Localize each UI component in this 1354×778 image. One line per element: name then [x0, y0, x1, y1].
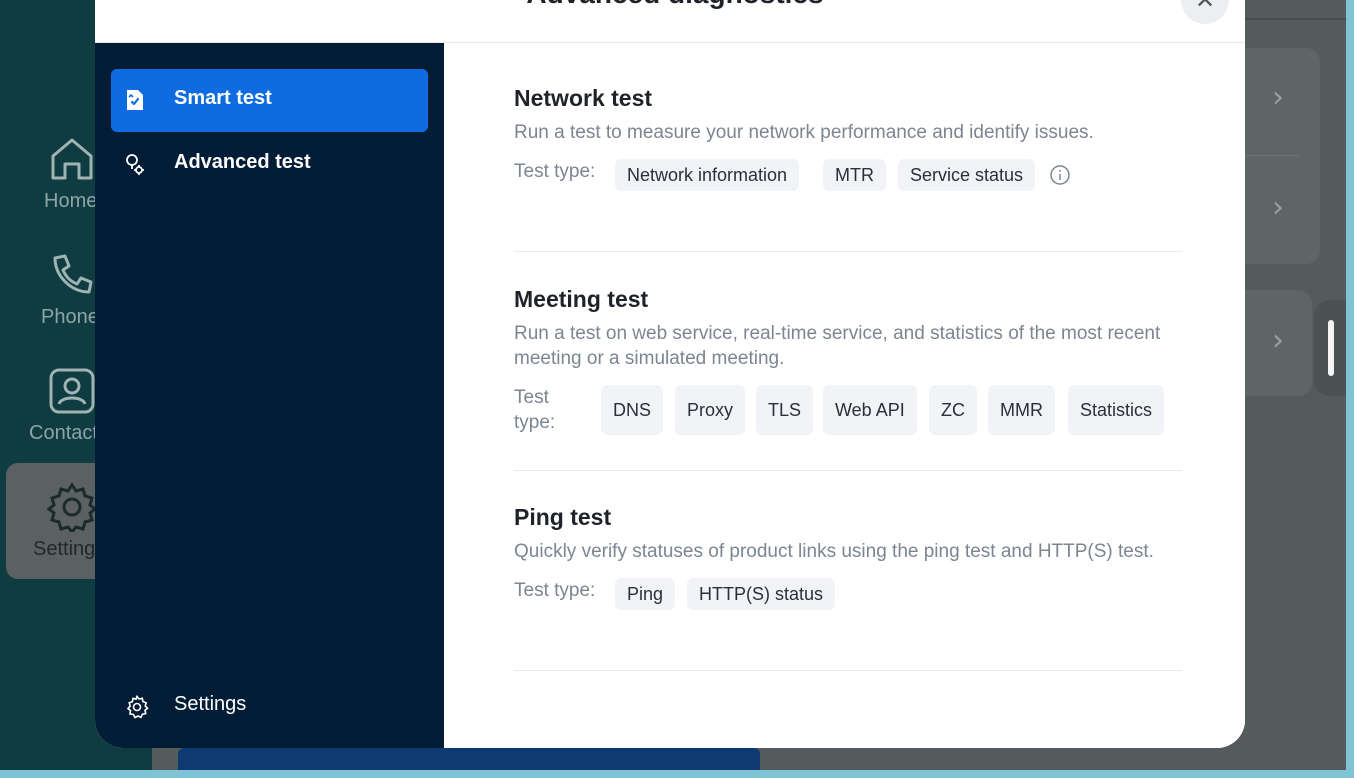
close-button[interactable]: ✕: [1181, 0, 1229, 24]
test-type-label: Test type:: [514, 387, 556, 433]
sidebar-item-smart-test[interactable]: Smart test: [111, 69, 428, 132]
gear-icon: [126, 695, 149, 719]
nav-label: Home: [44, 190, 98, 212]
sidebar-item-label: Smart test: [174, 87, 272, 109]
test-type-row: Test type: DNS Proxy TLS Web API ZC MMR …: [514, 385, 1182, 437]
test-chip: Network information: [615, 159, 800, 191]
chevron-right-icon: ›: [1272, 323, 1284, 358]
gear-icon: [47, 482, 97, 532]
section-title: Meeting test: [514, 286, 649, 312]
network-test-section[interactable]: Network test Run a test to measure your …: [514, 85, 1182, 193]
test-chip: DNS: [601, 385, 664, 435]
test-chip: HTTP(S) status: [687, 578, 836, 610]
test-chip: Service status: [898, 159, 1036, 191]
phone-icon: [53, 254, 93, 294]
test-chip: Ping: [615, 578, 676, 610]
test-type-row: Test type: Ping HTTP(S) status: [514, 578, 1182, 612]
sidebar-settings-label: Settings: [174, 693, 247, 715]
section-divider: [514, 470, 1182, 471]
section-title: Ping test: [514, 504, 612, 530]
background-divider: [1244, 18, 1346, 20]
window-frame: [0, 770, 1354, 778]
ping-test-section[interactable]: Ping test Quickly verify statuses of pro…: [514, 504, 1182, 612]
info-icon[interactable]: [1049, 164, 1071, 186]
contacts-icon: [49, 368, 95, 414]
test-type-label: Test type:: [514, 161, 596, 182]
sidebar-item-advanced-test[interactable]: Advanced test: [111, 133, 428, 196]
section-title: Network test: [514, 85, 653, 111]
dialog-title: Advanced diagnostics: [425, 0, 925, 10]
nav-label: Phone: [41, 306, 99, 328]
test-chip: MTR: [823, 159, 886, 191]
meeting-test-section[interactable]: Meeting test Run a test on web service, …: [514, 286, 1182, 437]
window-frame: [1346, 0, 1354, 778]
section-description: Quickly verify statuses of product links…: [514, 541, 1154, 562]
test-chip: ZC: [929, 385, 977, 435]
dialog-content: Network test Run a test to measure your …: [444, 43, 1245, 748]
advanced-test-icon: [126, 154, 144, 175]
sidebar-item-label: Advanced test: [174, 151, 311, 173]
section-divider: [514, 670, 1182, 671]
test-chip: Statistics: [1068, 385, 1165, 435]
test-chip: Proxy: [675, 385, 746, 435]
section-divider: [514, 251, 1182, 252]
test-type-label: Test type:: [514, 580, 596, 601]
scrollbar-thumb[interactable]: [1328, 320, 1334, 376]
close-icon: ✕: [1194, 0, 1216, 14]
test-chip: TLS: [756, 385, 814, 435]
test-chip: Web API: [823, 385, 917, 435]
section-description: Run a test to measure your network perfo…: [514, 122, 1094, 143]
test-type-row: Test type: Network information MTR Servi…: [514, 159, 1182, 193]
dialog-sidebar: Smart test Advanced test Settings: [95, 43, 444, 748]
home-icon: [51, 138, 93, 180]
sidebar-item-settings[interactable]: Settings: [111, 677, 428, 733]
dialog-header: Advanced diagnostics ✕: [95, 0, 1245, 43]
test-chip: MMR: [988, 385, 1055, 435]
smart-test-icon: [127, 90, 143, 110]
section-description: Run a test on web service, real-time ser…: [514, 323, 1161, 369]
chevron-right-icon: ›: [1272, 190, 1284, 225]
chevron-right-icon: ›: [1272, 80, 1284, 115]
advanced-diagnostics-dialog: Advanced diagnostics ✕ Smart test Advanc…: [95, 0, 1245, 748]
